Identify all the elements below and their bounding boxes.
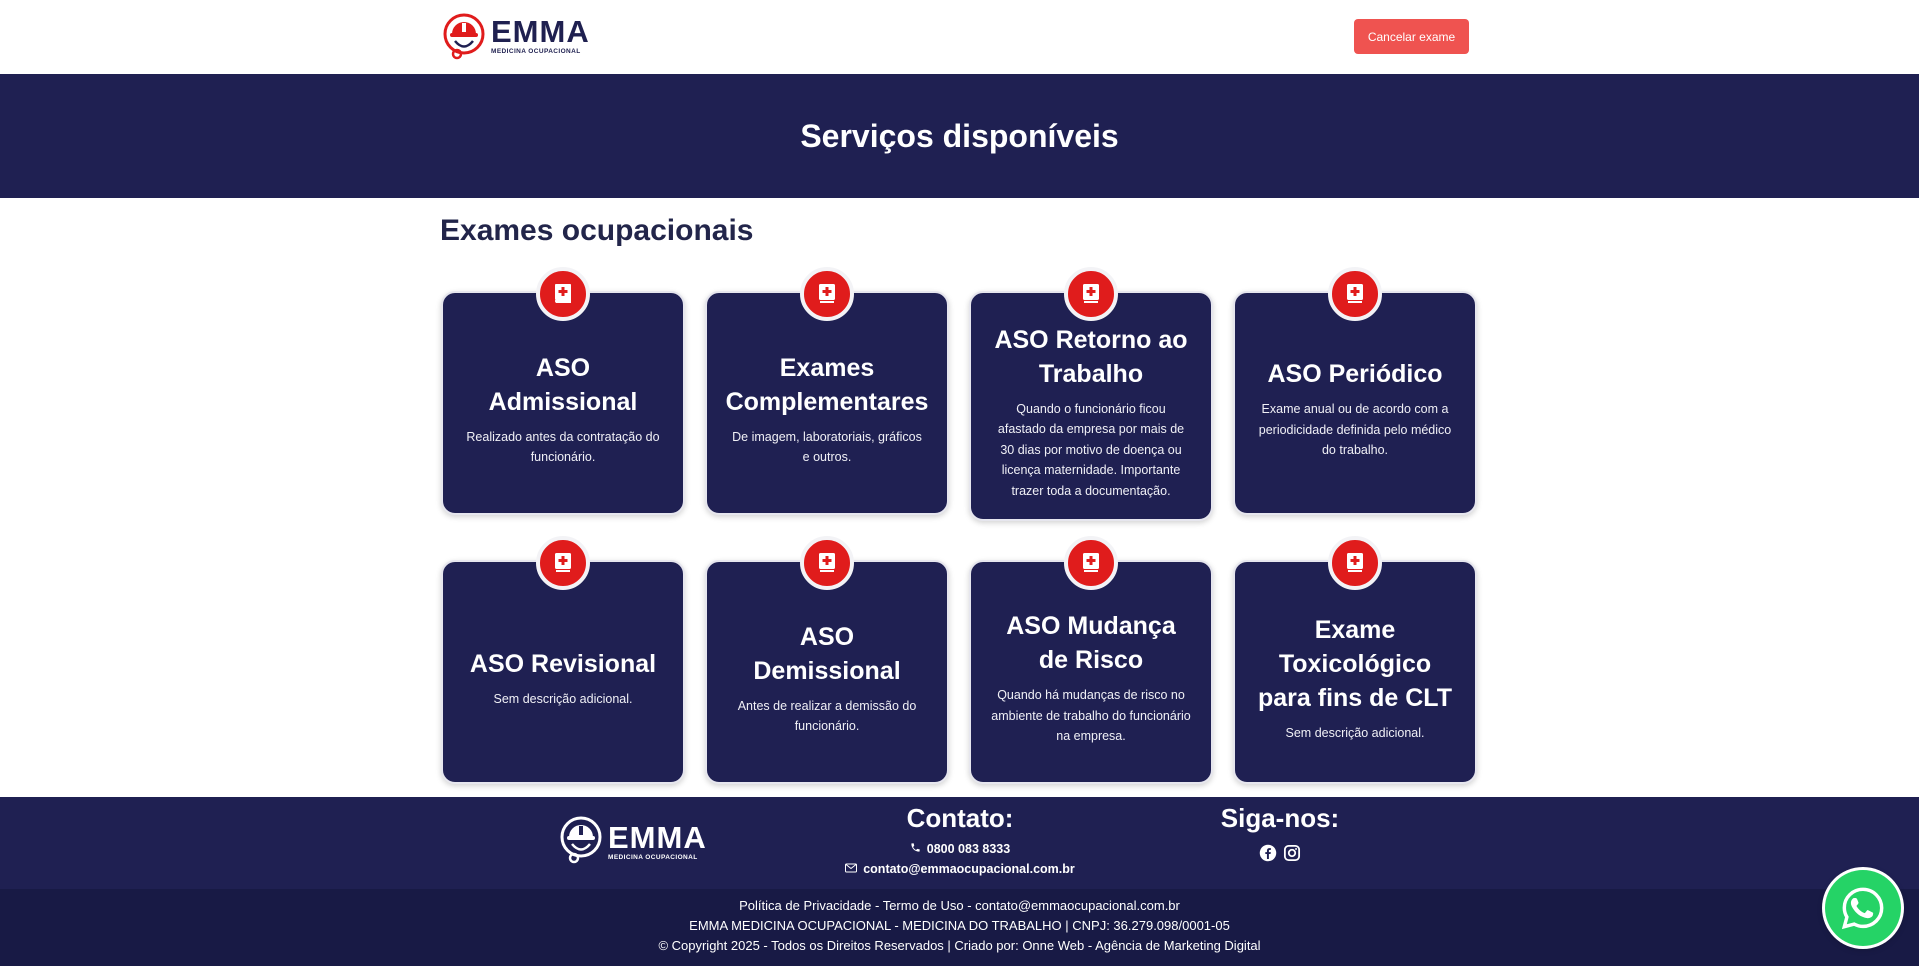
medical-book-icon bbox=[800, 536, 854, 590]
card-title: ASO Periódico bbox=[1267, 360, 1443, 389]
card-title: ASO Admissional bbox=[488, 353, 638, 416]
whatsapp-icon[interactable] bbox=[1825, 870, 1901, 946]
card-description: Realizado antes da contratação do funcio… bbox=[466, 429, 660, 465]
service-card[interactable]: ASO Demissional Antes de realizar a demi… bbox=[705, 536, 949, 784]
footer-phone[interactable]: 0800 083 8333 bbox=[830, 842, 1090, 856]
cancel-exam-button[interactable]: Cancelar exame bbox=[1354, 19, 1469, 54]
logo-name: EMMA bbox=[491, 14, 590, 50]
page-title: Serviços disponíveis bbox=[800, 117, 1119, 154]
medical-book-icon bbox=[1064, 536, 1118, 590]
card-title: ASO Mudança de Risco bbox=[1006, 612, 1176, 675]
card-description: Sem descrição adicional. bbox=[493, 691, 633, 706]
footer-logo[interactable]: EMMA MEDICINA OCUPACIONAL bbox=[560, 814, 707, 869]
card-description: Quando há mudanças de risco no ambiente … bbox=[991, 688, 1191, 744]
copyright: © Copyright 2025 - Todos os Direitos Res… bbox=[658, 938, 1261, 953]
doctor-helmet-logo-icon bbox=[560, 814, 604, 869]
footer-logo-tagline: MEDICINA OCUPACIONAL bbox=[608, 853, 698, 861]
footer-logo-name: EMMA bbox=[608, 819, 707, 855]
phone-icon bbox=[910, 842, 921, 856]
medical-book-icon bbox=[1064, 267, 1118, 321]
card-description: Quando o funcionário ficou afastado da e… bbox=[997, 401, 1185, 498]
card-title: Exames Complementares bbox=[725, 353, 929, 416]
card-description: Exame anual ou de acordo com a periodici… bbox=[1258, 402, 1452, 458]
logo-tagline: MEDICINA OCUPACIONAL bbox=[491, 48, 581, 56]
footer-contact: Contato: 0800 083 8333 contato@emmaocupa… bbox=[830, 803, 1090, 876]
hero-banner: Serviços disponíveis bbox=[0, 74, 1919, 198]
medical-book-icon bbox=[800, 267, 854, 321]
email-address: contato@emmaocupacional.com.br bbox=[863, 862, 1075, 876]
company-info: EMMA MEDICINA OCUPACIONAL - MEDICINA DO … bbox=[689, 918, 1230, 933]
service-card[interactable]: ASO Revisional Sem descrição adicional. bbox=[441, 536, 685, 784]
card-title: ASO Demissional bbox=[753, 622, 901, 685]
medical-book-icon bbox=[536, 536, 590, 590]
card-title: ASO Retorno ao Trabalho bbox=[994, 325, 1188, 388]
card-description: Sem descrição adicional. bbox=[1285, 725, 1425, 740]
envelope-icon bbox=[845, 862, 858, 876]
doctor-helmet-logo-icon bbox=[443, 12, 487, 60]
service-card[interactable]: Exame Toxicológico para fins de CLT Sem … bbox=[1233, 536, 1477, 784]
card-title: ASO Revisional bbox=[469, 649, 657, 678]
service-card[interactable]: ASO Admissional Realizado antes da contr… bbox=[441, 267, 685, 515]
card-title: Exame Toxicológico para fins de CLT bbox=[1257, 615, 1452, 712]
service-card[interactable]: Exames Complementares De imagem, laborat… bbox=[705, 267, 949, 515]
legal-links[interactable]: Política de Privacidade - Termo de Uso -… bbox=[0, 896, 1919, 916]
footer-social: Siga-nos: bbox=[1200, 803, 1360, 867]
medical-book-icon bbox=[536, 267, 590, 321]
service-card[interactable]: ASO Retorno ao Trabalho Quando o funcion… bbox=[969, 267, 1213, 521]
card-description: Antes de realizar a demissão do funcioná… bbox=[737, 698, 917, 734]
footer-legal: Política de Privacidade - Termo de Uso -… bbox=[0, 889, 1919, 966]
footer-email[interactable]: contato@emmaocupacional.com.br bbox=[830, 862, 1090, 876]
medical-book-icon bbox=[1328, 536, 1382, 590]
follow-heading: Siga-nos: bbox=[1220, 803, 1340, 833]
contact-heading: Contato: bbox=[906, 803, 1014, 833]
medical-book-icon bbox=[1328, 267, 1382, 321]
service-card[interactable]: ASO Mudança de Risco Quando há mudanças … bbox=[969, 536, 1213, 784]
section-title: Exames ocupacionais bbox=[440, 214, 754, 247]
card-description: De imagem, laboratoriais, gráficos e out… bbox=[732, 429, 922, 465]
phone-number: 0800 083 8333 bbox=[926, 842, 1011, 856]
emma-logo[interactable]: EMMA MEDICINA OCUPACIONAL bbox=[443, 12, 590, 60]
site-header: EMMA MEDICINA OCUPACIONAL Cancelar exame bbox=[0, 0, 1919, 74]
service-card[interactable]: ASO Periódico Exame anual ou de acordo c… bbox=[1233, 267, 1477, 515]
instagram-icon[interactable] bbox=[1283, 844, 1301, 867]
facebook-icon[interactable] bbox=[1259, 844, 1277, 867]
footer-main: EMMA MEDICINA OCUPACIONAL Contato: 0800 … bbox=[0, 797, 1919, 889]
